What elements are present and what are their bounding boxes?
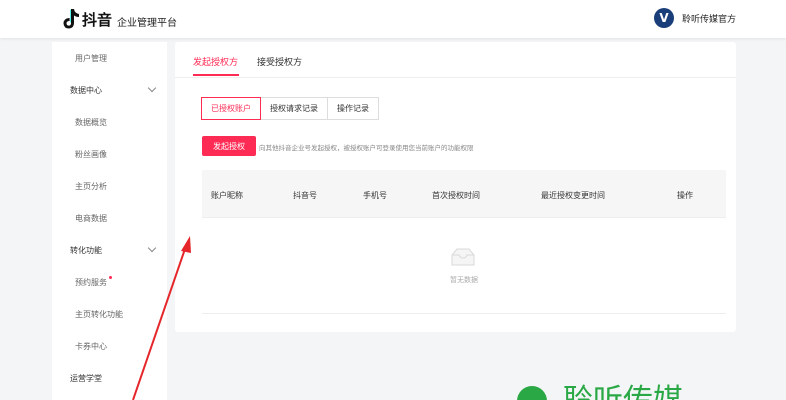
watermark-brand: 聆听传媒 — [517, 386, 683, 400]
watermark-text: 聆听传媒 — [563, 386, 683, 400]
wechat-icon — [517, 386, 547, 400]
segment-authorized-accounts[interactable]: 已授权账户 — [201, 97, 261, 120]
red-arrow-annotation — [132, 236, 191, 400]
